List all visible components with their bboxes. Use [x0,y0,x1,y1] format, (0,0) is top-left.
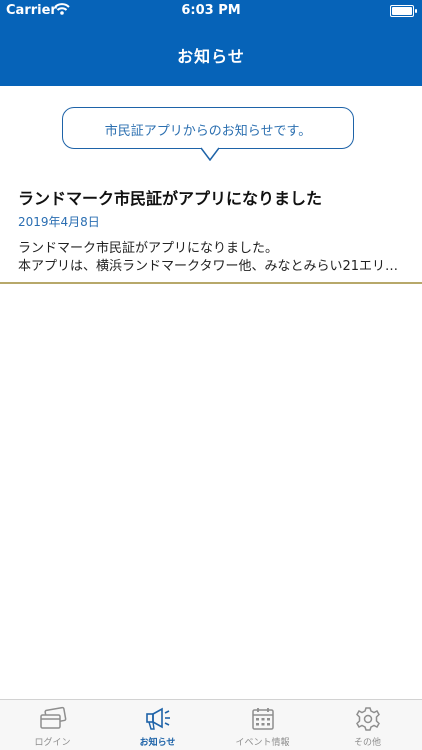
news-title: ランドマーク市民証がアプリになりました [18,189,323,208]
calendar-icon [251,708,274,730]
tab-other-label: その他 [353,738,381,748]
tab-other[interactable]: その他 [315,700,420,750]
tab-events[interactable]: イベント情報 [210,700,315,750]
bubble-tail [201,147,219,161]
news-list-item[interactable]: ランドマーク市民証がアプリになりました 2019年4月8日 ランドマーク市民証が… [0,178,422,284]
status-bar: Carrier 6:03 PM [0,0,422,22]
status-time: 6:03 PM [181,3,241,18]
tab-notices[interactable]: お知らせ [105,700,210,750]
tab-events-label: イベント情報 [235,738,290,748]
gear-icon [355,707,380,731]
notice-bubble-text: 市民証アプリからのお知らせです。 [104,124,312,139]
page-title: お知らせ [177,47,245,66]
notice-bubble: 市民証アプリからのお知らせです。 [62,107,354,149]
nav-bar: お知らせ [0,22,422,86]
cards-icon [39,706,66,729]
tab-notices-label: お知らせ [139,738,176,748]
news-body-line: 本アプリは、横浜ランドマークタワー他、みなとみらい21エリ… [18,259,399,274]
tab-login[interactable]: ログイン [0,700,105,750]
megaphone-icon [145,707,170,730]
battery-icon [390,5,417,17]
news-body-line: ランドマーク市民証がアプリになりました。 [18,241,279,256]
news-date: 2019年4月8日 [18,215,100,229]
tab-login-label: ログイン [34,738,71,748]
tab-bar: ログイン お知らせ イベント情報 その他 [0,699,422,750]
